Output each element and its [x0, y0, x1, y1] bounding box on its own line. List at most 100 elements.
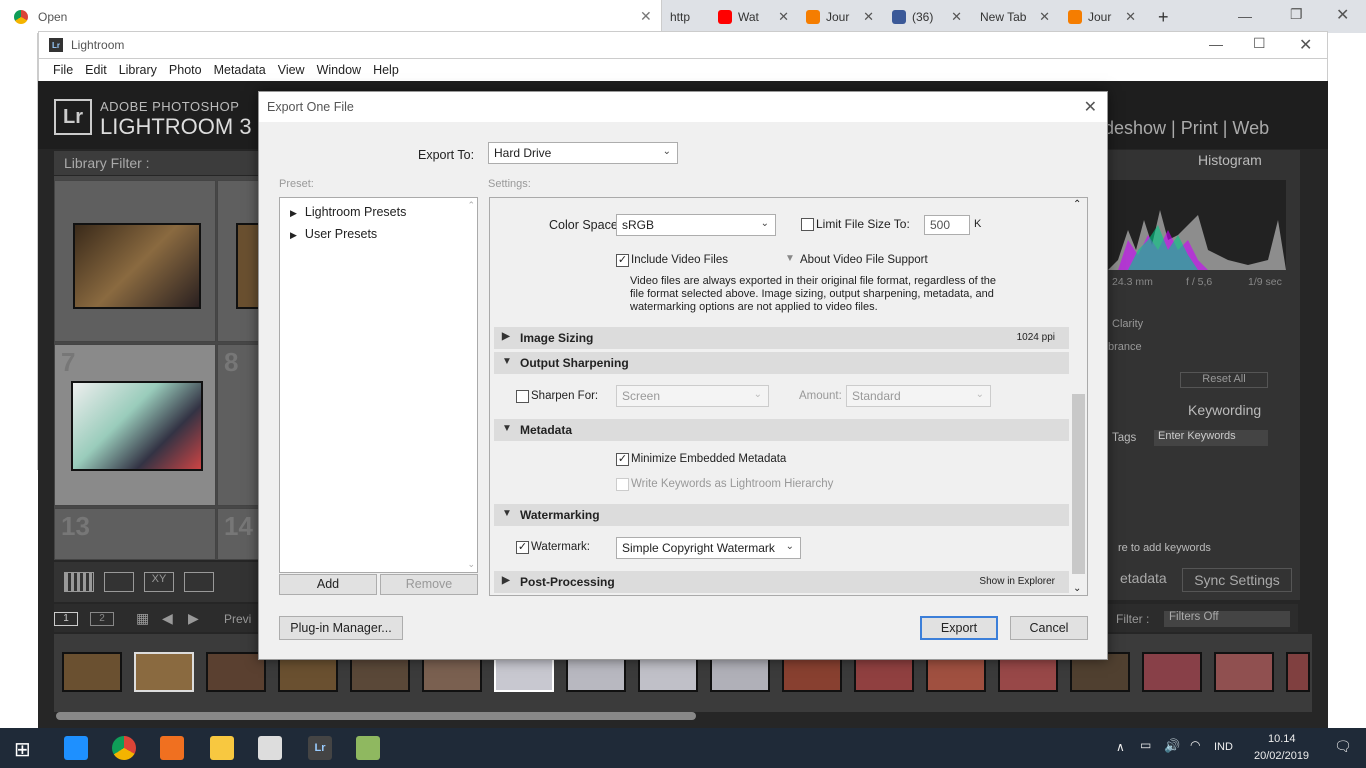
filter-select[interactable]: Filters Off — [1164, 611, 1290, 627]
scroll-down-icon[interactable]: ⌄ — [467, 559, 475, 570]
grid-cell[interactable] — [217, 180, 266, 342]
scrollbar-thumb[interactable] — [1072, 394, 1085, 574]
cancel-button[interactable]: Cancel — [1010, 616, 1088, 640]
filmstrip-thumb[interactable] — [1214, 652, 1274, 692]
grid-view-icon[interactable] — [64, 572, 94, 592]
grid-cell-selected[interactable]: 7 — [54, 344, 216, 506]
expand-triangle-icon[interactable]: ▶ — [290, 230, 297, 240]
menu-metadata[interactable]: Metadata — [208, 63, 272, 77]
limit-file-size-input[interactable]: 500 — [924, 215, 970, 235]
grid-cell[interactable]: 14 — [217, 508, 259, 560]
close-icon[interactable]: ✕ — [1039, 9, 1050, 25]
photo-thumbnail[interactable] — [73, 223, 201, 309]
keywording-header[interactable]: Keywording — [1188, 402, 1261, 418]
grid-cell[interactable] — [54, 180, 216, 342]
include-video-checkbox[interactable]: ✓ — [616, 254, 629, 267]
maximize-button[interactable]: ☐ — [1253, 35, 1266, 52]
close-icon[interactable]: ✕ — [640, 8, 652, 25]
minimize-button[interactable]: — — [1209, 36, 1223, 52]
wifi-icon[interactable]: ◠ — [1190, 738, 1200, 752]
grid-cell[interactable]: 8 — [217, 344, 259, 506]
export-button[interactable]: Export — [920, 616, 998, 640]
loupe-view-icon[interactable] — [104, 572, 134, 592]
library-filter[interactable]: Library Filter : — [54, 151, 258, 175]
clock-date[interactable]: 20/02/2019 — [1254, 750, 1309, 762]
filmstrip-scrollbar[interactable] — [56, 712, 696, 720]
windows-start-icon[interactable]: ⊞ — [14, 737, 31, 762]
close-icon[interactable]: ✕ — [863, 9, 874, 25]
restore-button[interactable]: ❐ — [1290, 6, 1303, 23]
close-icon[interactable]: ✕ — [1084, 97, 1097, 117]
watermark-checkbox[interactable]: ✓ — [516, 541, 529, 554]
settings-scrollbar[interactable]: ⌃ ⌄ — [1070, 198, 1087, 595]
write-keywords-checkbox[interactable] — [616, 478, 629, 491]
section-metadata[interactable]: ▼ Metadata — [494, 419, 1069, 441]
browser-tab[interactable]: Jour ✕ — [1060, 4, 1142, 30]
disclosure-triangle-icon[interactable]: ▼ — [785, 253, 795, 264]
menu-file[interactable]: File — [47, 63, 79, 77]
browser-tab[interactable]: Jour ✕ — [798, 4, 880, 30]
minimize-button[interactable]: — — [1238, 8, 1252, 24]
lightroom-taskbar-icon[interactable]: Lr — [308, 736, 332, 760]
section-watermarking[interactable]: ▼ Watermarking — [494, 504, 1069, 526]
photo-thumbnail[interactable] — [71, 381, 203, 471]
keyword-entry-select[interactable]: Enter Keywords — [1154, 430, 1268, 446]
color-space-select[interactable]: sRGB ⌄ — [616, 214, 776, 236]
menu-window[interactable]: Window — [311, 63, 367, 77]
menu-edit[interactable]: Edit — [79, 63, 113, 77]
section-image-sizing[interactable]: ▶ Image Sizing 1024 ppi — [494, 327, 1069, 349]
filmstrip-thumb[interactable] — [134, 652, 194, 692]
section-post-processing[interactable]: ▶ Post-Processing Show in Explorer — [494, 571, 1069, 593]
filmstrip-thumb[interactable] — [62, 652, 122, 692]
menu-view[interactable]: View — [272, 63, 311, 77]
paint-icon[interactable] — [356, 736, 380, 760]
menu-photo[interactable]: Photo — [163, 63, 208, 77]
grid-cell[interactable]: 13 — [54, 508, 216, 560]
chrome-icon[interactable] — [112, 736, 136, 760]
battery-icon[interactable]: ▭ — [1140, 738, 1151, 752]
section-output-sharpening[interactable]: ▼ Output Sharpening — [494, 352, 1069, 374]
menu-library[interactable]: Library — [113, 63, 163, 77]
module-picker[interactable]: deshow | Print | Web — [1104, 118, 1269, 139]
about-video-toggle[interactable]: About Video File Support — [800, 254, 928, 266]
close-button[interactable]: ✕ — [1299, 35, 1312, 55]
close-icon[interactable]: ✕ — [778, 9, 789, 25]
scroll-up-icon[interactable]: ⌃ — [1073, 199, 1081, 210]
browser-tab[interactable]: Wat ✕ — [710, 4, 795, 30]
limit-file-size-checkbox[interactable] — [801, 218, 814, 231]
scroll-down-icon[interactable]: ⌄ — [1073, 583, 1081, 594]
edge-icon[interactable] — [64, 736, 88, 760]
chevron-up-icon[interactable]: ∧ — [1116, 740, 1125, 754]
window-2-button[interactable]: 2 — [90, 612, 114, 626]
sharpen-for-select[interactable]: Screen ⌄ — [616, 385, 769, 407]
export-to-select[interactable]: Hard Drive ⌄ — [488, 142, 678, 164]
amount-select[interactable]: Standard ⌄ — [846, 385, 991, 407]
grid-icon[interactable]: ▦ — [136, 610, 149, 627]
watermark-select[interactable]: Simple Copyright Watermark ⌄ — [616, 537, 801, 559]
language-indicator[interactable]: IND — [1214, 741, 1233, 753]
add-preset-button[interactable]: Add — [279, 574, 377, 595]
close-icon[interactable]: ✕ — [1125, 9, 1136, 25]
menu-help[interactable]: Help — [367, 63, 405, 77]
back-arrow-icon[interactable]: ◀ — [162, 610, 173, 627]
clock-time[interactable]: 10.14 — [1268, 733, 1296, 745]
scroll-up-icon[interactable]: ⌃ — [467, 200, 475, 211]
histogram-header[interactable]: Histogram — [1198, 152, 1262, 168]
browser-tab[interactable]: http — [662, 4, 707, 30]
forward-arrow-icon[interactable]: ▶ — [188, 610, 199, 627]
new-tab-button[interactable]: + — [1150, 4, 1180, 30]
close-icon[interactable]: ✕ — [951, 9, 962, 25]
survey-view-icon[interactable] — [184, 572, 214, 592]
close-button[interactable]: ✕ — [1336, 5, 1349, 25]
sync-metadata-button[interactable]: etadata — [1120, 570, 1167, 586]
sharpen-for-checkbox[interactable] — [516, 390, 529, 403]
file-explorer-icon[interactable] — [210, 736, 234, 760]
filmstrip-thumb[interactable] — [1142, 652, 1202, 692]
filmstrip-thumb[interactable] — [1286, 652, 1310, 692]
browser-tab[interactable]: New Tab ✕ — [972, 4, 1056, 30]
reset-all-button[interactable]: Reset All — [1180, 372, 1268, 388]
previous-import-label[interactable]: Previ — [224, 612, 251, 626]
photos-icon[interactable] — [258, 736, 282, 760]
sync-settings-button[interactable]: Sync Settings — [1182, 568, 1292, 592]
filmstrip-thumb[interactable] — [206, 652, 266, 692]
